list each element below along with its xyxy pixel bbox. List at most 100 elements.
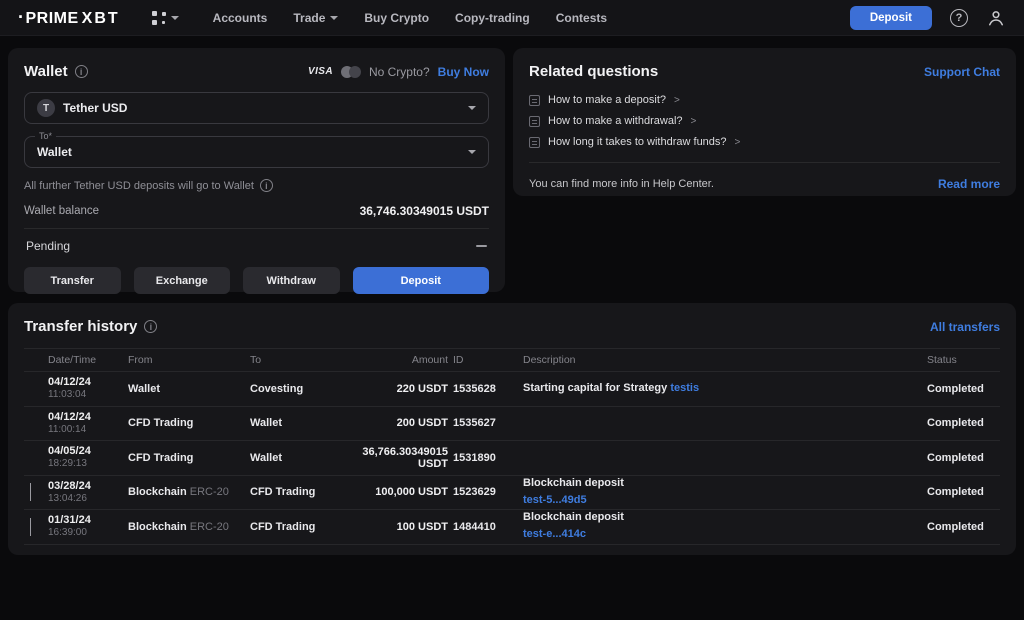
wallet-balance-value: 36,746.30349015 USDT — [360, 204, 489, 218]
info-icon[interactable]: i — [144, 320, 157, 333]
exchange-button[interactable]: Exchange — [134, 267, 231, 294]
nav-item-copy-trading[interactable]: Copy-trading — [455, 11, 530, 25]
collapse-icon[interactable] — [476, 245, 487, 247]
table-header-row: Date/Time From To Amount ID Description … — [24, 348, 1000, 372]
mastercard-icon — [341, 66, 361, 78]
expand-chevron-icon[interactable] — [30, 518, 31, 536]
cell-description: Starting capital for Strategy testis — [518, 382, 903, 395]
cell-from: Blockchain ERC-20 — [128, 486, 250, 498]
strategy-link[interactable]: testis — [670, 382, 699, 394]
arrow-right-icon: > — [691, 116, 697, 127]
wallet-actions: Transfer Exchange Withdraw Deposit — [24, 267, 489, 294]
help-icon[interactable]: ? — [950, 9, 968, 27]
table-row: 04/12/24 11:03:04 Wallet Covesting 220 U… — [24, 372, 1000, 407]
cell-amount: 36,766.30349015 USDT — [344, 446, 448, 470]
cell-datetime: 04/05/24 18:29:13 — [48, 445, 128, 470]
cell-from: Wallet — [128, 383, 250, 395]
expand-chevron-icon[interactable] — [30, 483, 31, 501]
all-transfers-link[interactable]: All transfers — [930, 320, 1000, 334]
cell-from: CFD Trading — [128, 452, 250, 464]
col-datetime: Date/Time — [48, 354, 128, 366]
cell-to: Covesting — [250, 383, 344, 395]
article-icon — [529, 95, 540, 106]
col-description: Description — [518, 354, 903, 366]
transaction-hash-link[interactable]: test-e...414c — [523, 528, 586, 540]
nav-links: Accounts Trade Buy Crypto Copy-trading C… — [213, 11, 607, 25]
cell-id: 1535627 — [448, 417, 518, 429]
cell-description: Blockchain deposit test-5...49d5 — [518, 477, 903, 508]
question-link[interactable]: How long it takes to withdraw funds? > — [529, 136, 1000, 148]
withdraw-button[interactable]: Withdraw — [243, 267, 340, 294]
visa-icon: VISA — [308, 66, 333, 77]
cell-id: 1523629 — [448, 486, 518, 498]
deposit-button[interactable]: Deposit — [353, 267, 490, 294]
logo-prime: PRIME — [26, 10, 79, 28]
cell-id: 1535628 — [448, 383, 518, 395]
read-more-link[interactable]: Read more — [938, 177, 1000, 191]
nav-item-accounts[interactable]: Accounts — [213, 11, 268, 25]
nav-right: Deposit ? — [850, 6, 1006, 30]
question-link[interactable]: How to make a deposit? > — [529, 94, 1000, 106]
pending-section: Pending — [24, 229, 489, 253]
cell-status: Completed — [903, 383, 1000, 395]
cell-status: Completed — [903, 417, 1000, 429]
col-id: ID — [448, 354, 518, 366]
nav-deposit-button[interactable]: Deposit — [850, 6, 932, 30]
nav-item-contests[interactable]: Contests — [556, 11, 607, 25]
cell-amount: 100 USDT — [344, 521, 448, 533]
apps-menu-button[interactable] — [152, 11, 179, 25]
destination-select[interactable]: To* Wallet — [24, 136, 489, 168]
apps-grid-icon — [152, 11, 166, 25]
currency-select[interactable]: T Tether USD — [24, 92, 489, 124]
cell-datetime: 04/12/24 11:00:14 — [48, 411, 128, 436]
wallet-balance-row: Wallet balance 36,746.30349015 USDT — [24, 204, 489, 218]
arrow-right-icon: > — [674, 95, 680, 106]
cell-status: Completed — [903, 452, 1000, 464]
transfer-history-title: Transfer history i — [24, 318, 157, 335]
nav-item-buy-crypto[interactable]: Buy Crypto — [364, 11, 429, 25]
article-icon — [529, 137, 540, 148]
wallet-balance-label: Wallet balance — [24, 205, 99, 217]
logo-xbt: XBT — [82, 10, 120, 28]
chevron-down-icon — [171, 16, 179, 20]
wallet-card: Wallet i VISA No Crypto? Buy Now T Tethe… — [8, 48, 505, 292]
cell-id: 1484410 — [448, 521, 518, 533]
no-crypto-label: No Crypto? — [369, 65, 430, 79]
nav-item-trade[interactable]: Trade — [293, 11, 338, 25]
chevron-down-icon — [468, 106, 476, 110]
logo-dot: · — [18, 7, 25, 28]
cell-status: Completed — [903, 486, 1000, 498]
pending-label: Pending — [26, 239, 70, 253]
transaction-hash-link[interactable]: test-5...49d5 — [523, 494, 587, 506]
cell-to: Wallet — [250, 452, 344, 464]
support-chat-link[interactable]: Support Chat — [924, 65, 1000, 79]
cell-to: CFD Trading — [250, 486, 344, 498]
question-list: How to make a deposit? > How to make a w… — [529, 94, 1000, 148]
info-icon[interactable]: i — [75, 65, 88, 78]
transfer-button[interactable]: Transfer — [24, 267, 121, 294]
chevron-down-icon — [468, 150, 476, 154]
table-row: 04/12/24 11:00:14 CFD Trading Wallet 200… — [24, 407, 1000, 442]
primexbt-logo[interactable]: ·PRIMEXBT — [18, 7, 120, 28]
destination-select-label: To* — [35, 131, 56, 141]
cell-amount: 200 USDT — [344, 417, 448, 429]
destination-select-value: Wallet — [37, 145, 72, 159]
cell-to: Wallet — [250, 417, 344, 429]
info-icon[interactable]: i — [260, 179, 273, 192]
cell-from: CFD Trading — [128, 417, 250, 429]
col-from: From — [128, 354, 250, 366]
col-amount: Amount — [344, 354, 448, 366]
col-to: To — [250, 354, 344, 366]
article-icon — [529, 116, 540, 127]
transfer-history-card: Transfer history i All transfers Date/Ti… — [8, 303, 1016, 555]
chevron-down-icon — [330, 16, 338, 20]
top-nav: ·PRIMEXBT Accounts Trade Buy Crypto Copy… — [0, 0, 1024, 36]
question-link[interactable]: How to make a withdrawal? > — [529, 115, 1000, 127]
cell-datetime: 01/31/24 16:39:00 — [48, 514, 128, 539]
cell-status: Completed — [903, 521, 1000, 533]
cell-from: Blockchain ERC-20 — [128, 521, 250, 533]
wallet-title: Wallet i — [24, 63, 88, 80]
cell-id: 1531890 — [448, 452, 518, 464]
profile-icon[interactable] — [986, 8, 1006, 28]
buy-now-link[interactable]: Buy Now — [438, 65, 489, 79]
